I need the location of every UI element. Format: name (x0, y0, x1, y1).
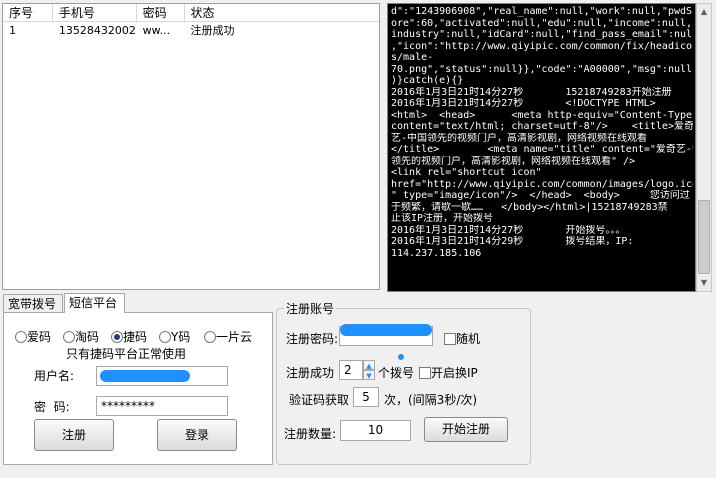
radio-yma[interactable]: Y码 (159, 328, 190, 345)
platform-notice: 只有捷码平台正常使用 (66, 347, 187, 361)
radio-label: Y码 (171, 330, 191, 344)
count-label: 注册数量: (284, 427, 337, 441)
random-checkbox[interactable]: 随机 (444, 330, 480, 347)
register-password-label: 注册密码: (286, 332, 339, 346)
success-count-stepper[interactable]: ▲ ▼ (363, 360, 375, 380)
username-label: 用户名: (34, 369, 75, 383)
column-index[interactable]: 序号 (3, 4, 53, 21)
tab-broadband-dial[interactable]: 宽带拨号 (3, 294, 63, 313)
radio-circle[interactable] (15, 331, 27, 343)
log-line: 于频繁，请歇一歇…… </body></html>|15218749283禁 (391, 201, 668, 213)
log-line: ,"icon":"http://www.qiyipic.com/common/f… (391, 40, 693, 52)
ip-switch-label: 开启换IP (431, 366, 478, 380)
log-line: 114.237.185.106 (391, 247, 482, 259)
checkbox-box[interactable] (419, 367, 431, 379)
log-line: 领先的视频门户，高清影视剧，网络视频在线观看" /> (391, 155, 636, 167)
radio-label: 爱码 (27, 330, 52, 344)
console-scrollbar[interactable]: ▲ ▼ (696, 3, 712, 292)
column-status[interactable]: 状态 (185, 4, 379, 21)
log-line: 2016年1月3日21时14分27秒 <!DOCTYPE HTML> (391, 98, 656, 109)
random-label: 随机 (456, 332, 481, 346)
stepper-up-icon[interactable]: ▲ (363, 360, 375, 370)
log-line: s/male- (391, 52, 434, 63)
radio-label: 捷码 (123, 330, 148, 344)
password-label: 密 码: (34, 400, 70, 414)
radio-circle[interactable] (63, 331, 75, 343)
log-console[interactable]: d":"1243906908","real_name":null,"work":… (387, 3, 696, 292)
log-line: d":"1243906908","real_name":null,"work":… (391, 6, 693, 17)
cell-index: 1 (9, 24, 16, 37)
log-line: <html> <head> <meta http-equiv="Content-… (391, 109, 693, 121)
log-line: industry":null,"idCard":null,"find_pass_… (391, 29, 693, 40)
cell-phone: 13528432002 (58, 24, 136, 37)
scroll-down-icon[interactable]: ▼ (697, 275, 711, 291)
radio-circle[interactable] (204, 331, 216, 343)
redaction-mark (398, 354, 404, 360)
captcha-label: 验证码获取 (289, 393, 350, 407)
captcha-count-input[interactable]: 5 (353, 387, 379, 407)
group-title: 注册账号 (284, 300, 337, 317)
log-line: 2016年1月3日21时14分27秒 15218749283开始注册 (391, 86, 672, 98)
log-line: " type="image/icon"/> </head> <body> 您访问… (391, 190, 690, 201)
column-phone[interactable]: 手机号 (53, 4, 137, 21)
register-count-input[interactable]: 10 (340, 420, 411, 441)
login-button[interactable]: 登录 (157, 419, 237, 451)
log-line: 2016年1月3日21时14分27秒 开始拨号。。。 (391, 224, 626, 236)
log-line: 2016年1月3日21时14分29秒 拨号结果，IP: (391, 236, 634, 247)
captcha-suffix: 次，(间隔3秒/次) (384, 393, 478, 407)
scroll-thumb[interactable] (698, 200, 710, 274)
checkbox-box[interactable] (444, 333, 456, 345)
sms-platform-panel: 爱码 淘码 捷码 Y码 一片云 只有捷码平台正常使用 用户名: 密 码: ***… (3, 312, 273, 465)
radio-label: 一片云 (216, 330, 253, 344)
stepper-down-icon[interactable]: ▼ (363, 370, 375, 380)
log-line: content="text/html; charset=utf-8"/> <ti… (391, 121, 693, 132)
log-line: href="http://www.qiyipic.com/common/imag… (391, 178, 693, 190)
cell-password: ww... (142, 24, 171, 37)
success-count-input[interactable]: 2 (339, 360, 363, 380)
radio-circle[interactable] (159, 331, 171, 343)
column-password[interactable]: 密码 (137, 4, 185, 21)
log-line: 艺-中国领先的视频门户，高清影视剧，网络视频在线观看 (391, 132, 648, 144)
radio-jiema[interactable]: 捷码 (111, 328, 147, 345)
radio-taoma[interactable]: 淘码 (63, 328, 99, 345)
log-line: )}catch(e){} (391, 75, 464, 86)
cell-status: 注册成功 (190, 24, 235, 37)
account-table: 序号 手机号 密码 状态 1 13528432002 ww... 注册成功 (2, 3, 380, 290)
redaction-mark (100, 370, 190, 382)
ip-switch-checkbox[interactable]: 开启换IP (419, 364, 478, 381)
log-line: ore":60,"activated":null,"edu":null,"inc… (391, 17, 693, 29)
log-line: 止该IP注册，开始拨号 (391, 213, 494, 224)
table-header: 序号 手机号 密码 状态 (3, 4, 379, 22)
scroll-up-icon[interactable]: ▲ (697, 4, 711, 20)
register-button[interactable]: 注册 (34, 419, 114, 451)
tab-sms-platform[interactable]: 短信平台 (64, 293, 125, 313)
radio-yipianyun[interactable]: 一片云 (204, 328, 252, 345)
log-line: </title> <meta name="title" content="爱奇艺… (391, 144, 693, 155)
success-label: 注册成功 (286, 366, 335, 380)
radio-circle-selected[interactable] (111, 331, 123, 343)
log-line: 70.png","status":null}},"code":"A00000",… (391, 63, 693, 75)
password-input[interactable]: ********* (96, 396, 228, 416)
radio-label: 淘码 (75, 330, 100, 344)
redaction-mark (340, 324, 432, 336)
table-row[interactable]: 1 13528432002 ww... 注册成功 (3, 22, 379, 39)
dial-label: 个拨号 (378, 366, 415, 380)
start-register-button[interactable]: 开始注册 (424, 417, 508, 442)
radio-aima[interactable]: 爱码 (15, 328, 51, 345)
log-line: <link rel="shortcut icon" (391, 167, 542, 178)
